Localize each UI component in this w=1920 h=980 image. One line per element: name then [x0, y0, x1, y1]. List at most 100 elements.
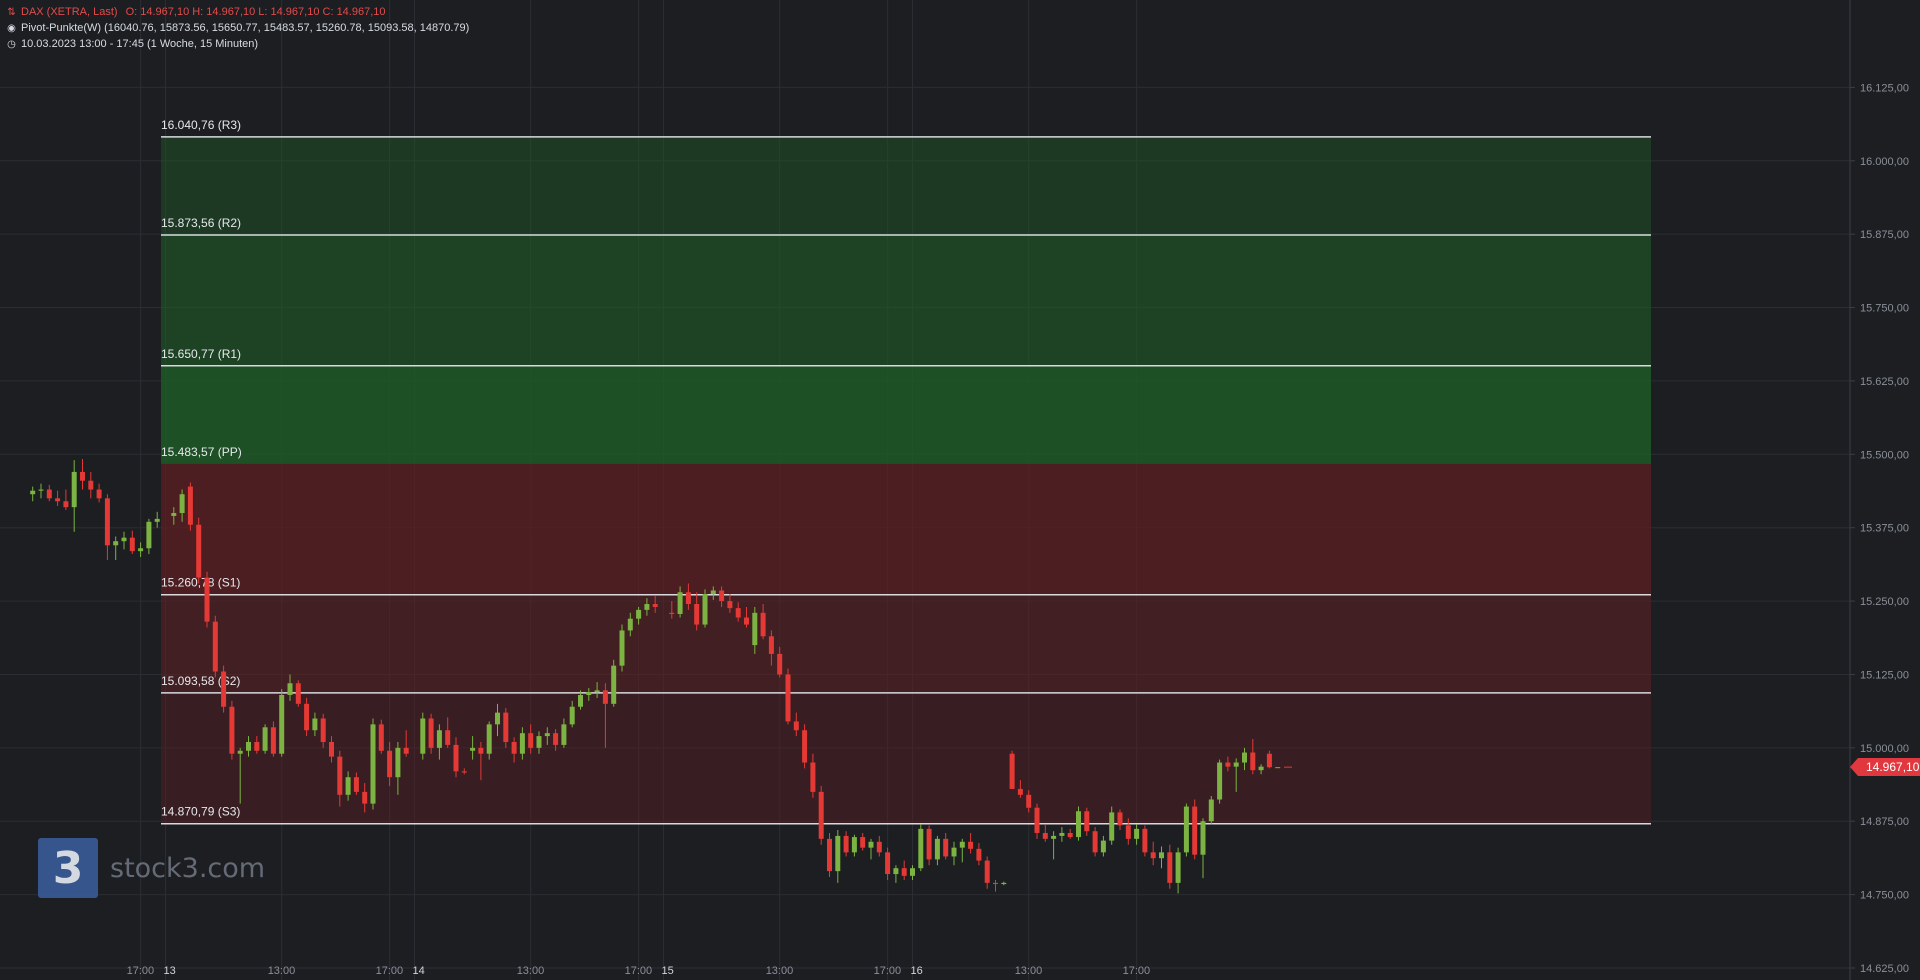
x-tick-label: 17:00: [127, 965, 155, 977]
candle: [212, 615, 218, 678]
candle: [876, 835, 882, 857]
candle-body: [1067, 832, 1073, 838]
candle-body: [246, 741, 251, 751]
candle-body: [428, 718, 434, 748]
candle-body: [1200, 821, 1206, 855]
candle: [611, 659, 617, 707]
candle-body: [511, 741, 517, 754]
candle-body: [685, 592, 691, 605]
candle-body: [179, 494, 185, 514]
candle: [1142, 825, 1148, 857]
candle: [221, 665, 227, 713]
pivot-label-pp: 15.483,57 (PP): [161, 445, 242, 459]
candle-body: [478, 747, 484, 754]
candle-body: [976, 848, 982, 861]
candle: [910, 865, 915, 880]
candle-body: [229, 706, 235, 754]
candle-body: [129, 537, 135, 552]
candle-body: [1275, 767, 1281, 769]
candle: [818, 786, 824, 845]
candle-body: [121, 537, 127, 542]
watermark: 3 stock3.com: [38, 838, 265, 898]
candle-body: [362, 791, 368, 804]
candle: [984, 856, 990, 889]
candle: [1092, 827, 1098, 857]
candle-body: [943, 838, 949, 857]
candle: [428, 713, 434, 754]
candle-body: [337, 756, 343, 795]
candle-body: [395, 747, 401, 778]
candle-body: [329, 741, 334, 757]
pivot-zone-s2-s3: [161, 692, 1651, 824]
candle: [1034, 803, 1040, 839]
candle: [1067, 828, 1073, 839]
candle-body: [1084, 811, 1090, 832]
y-tick-label: 16.125,00: [1860, 82, 1909, 94]
price-chart[interactable]: 16.040,76 (R3) 15.873,56 (R2) 15.650,77 (R…: [0, 0, 1920, 980]
candle-body: [561, 724, 567, 745]
candle: [619, 624, 625, 672]
candle: [1042, 824, 1048, 842]
candle-body: [926, 828, 932, 860]
candle-body: [171, 513, 177, 516]
candle: [229, 700, 235, 760]
candle: [1183, 803, 1189, 857]
candle-body: [1242, 752, 1247, 763]
candle-body: [254, 741, 260, 751]
candle-body: [793, 721, 799, 731]
candle-body: [1217, 762, 1223, 800]
candle-body: [345, 777, 351, 795]
candle-body: [528, 733, 534, 748]
candle-body: [80, 471, 85, 481]
candle-body: [187, 486, 193, 525]
candle: [702, 589, 708, 628]
candle: [968, 832, 974, 854]
candle-body: [104, 498, 110, 546]
candle: [1192, 799, 1198, 860]
pivot-zone-r2-r1: [161, 234, 1651, 366]
candle: [96, 483, 102, 503]
y-tick-label: 15.500,00: [1860, 449, 1909, 461]
legend-range-row[interactable]: ◷ 10.03.2023 13:00 - 17:45 (1 Woche, 15 …: [6, 38, 258, 50]
clock-icon: ◷: [7, 38, 16, 50]
indicator-icon: ◉: [7, 22, 16, 34]
last-price-tag: 14.967,10: [1850, 758, 1920, 777]
candle: [951, 841, 957, 866]
x-tick-label: 17:00: [874, 965, 902, 977]
candle-body: [1159, 852, 1164, 859]
candle: [129, 530, 135, 555]
candle-body: [1092, 831, 1098, 853]
candle: [1051, 831, 1057, 860]
x-tick-label: 13: [164, 965, 176, 977]
candle: [154, 511, 160, 528]
candle: [918, 824, 924, 872]
x-tick-label: 16: [911, 965, 923, 977]
candle-body: [46, 489, 52, 499]
candle-body: [96, 489, 102, 499]
legend-indicator-row[interactable]: ◉ Pivot-Punkte(W) (16040.76, 15873.56, 1…: [6, 22, 469, 34]
candle: [934, 835, 940, 866]
candle-body: [154, 518, 160, 522]
candle-body: [918, 828, 924, 869]
candle: [46, 484, 52, 502]
instrument-icon: ⇅: [7, 6, 16, 18]
candle-body: [1142, 828, 1148, 853]
candle-body: [1117, 812, 1123, 826]
candle-body: [1001, 882, 1007, 885]
candle-body: [1167, 852, 1173, 883]
candle: [1217, 759, 1223, 804]
candle-body: [279, 695, 285, 754]
candle: [1076, 806, 1081, 841]
candle-body: [519, 733, 525, 754]
y-tick-label: 15.250,00: [1860, 596, 1909, 608]
y-tick-label: 15.000,00: [1860, 743, 1909, 755]
y-tick-label: 15.625,00: [1860, 376, 1909, 388]
candle-body: [387, 750, 393, 778]
candle-body: [1059, 832, 1065, 836]
y-tick-label: 15.875,00: [1860, 229, 1909, 241]
pivot-zone-pp-s1: [161, 463, 1651, 595]
legend-instrument-row[interactable]: ⇅ DAX (XETRA, Last) O: 14.967,10 H: 14.9…: [6, 6, 385, 18]
candle: [1150, 841, 1156, 866]
candle-body: [1183, 806, 1189, 853]
candle-body: [470, 747, 476, 751]
